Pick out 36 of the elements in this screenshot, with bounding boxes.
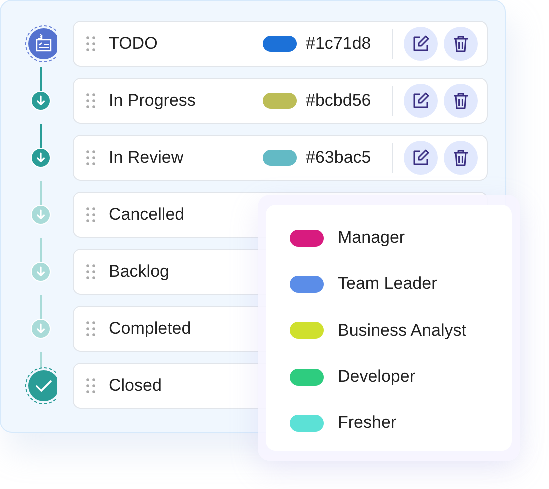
color-code: #1c71d8 bbox=[306, 34, 372, 54]
edit-icon bbox=[411, 148, 431, 168]
check-icon bbox=[25, 367, 57, 405]
edit-icon bbox=[411, 91, 431, 111]
status-name: In Review bbox=[109, 148, 185, 168]
delete-button[interactable] bbox=[444, 27, 478, 61]
status-name: In Progress bbox=[109, 91, 197, 111]
edit-button[interactable] bbox=[404, 141, 438, 175]
status-name: Backlog bbox=[109, 262, 170, 282]
drag-handle-icon[interactable] bbox=[86, 93, 96, 109]
trash-icon bbox=[451, 34, 471, 54]
drag-handle-icon[interactable] bbox=[86, 207, 96, 223]
role-label: Business Analyst bbox=[338, 320, 467, 341]
drag-handle-icon[interactable] bbox=[86, 264, 96, 280]
edit-button[interactable] bbox=[404, 84, 438, 118]
role-label: Team Leader bbox=[338, 274, 438, 294]
delete-button[interactable] bbox=[444, 84, 478, 118]
status-name: Cancelled bbox=[109, 205, 186, 225]
task-list-icon bbox=[25, 25, 57, 63]
role-label: Fresher bbox=[338, 413, 397, 434]
status-name: TODO bbox=[109, 34, 159, 54]
role-label: Developer bbox=[338, 367, 416, 388]
edit-button[interactable] bbox=[404, 27, 438, 61]
status-name: Closed bbox=[109, 376, 163, 396]
trash-icon bbox=[451, 148, 471, 168]
role-label: Manager bbox=[338, 228, 406, 248]
color-code: #bcbd56 bbox=[306, 91, 372, 111]
drag-handle-icon[interactable] bbox=[86, 321, 96, 337]
drag-handle-icon[interactable] bbox=[86, 36, 96, 52]
delete-button[interactable] bbox=[444, 141, 478, 175]
status-name: Completed bbox=[109, 319, 192, 339]
drag-handle-icon[interactable] bbox=[86, 378, 96, 394]
drag-handle-icon[interactable] bbox=[86, 150, 96, 166]
trash-icon bbox=[451, 91, 471, 111]
color-code: #63bac5 bbox=[306, 148, 372, 168]
edit-icon bbox=[411, 34, 431, 54]
